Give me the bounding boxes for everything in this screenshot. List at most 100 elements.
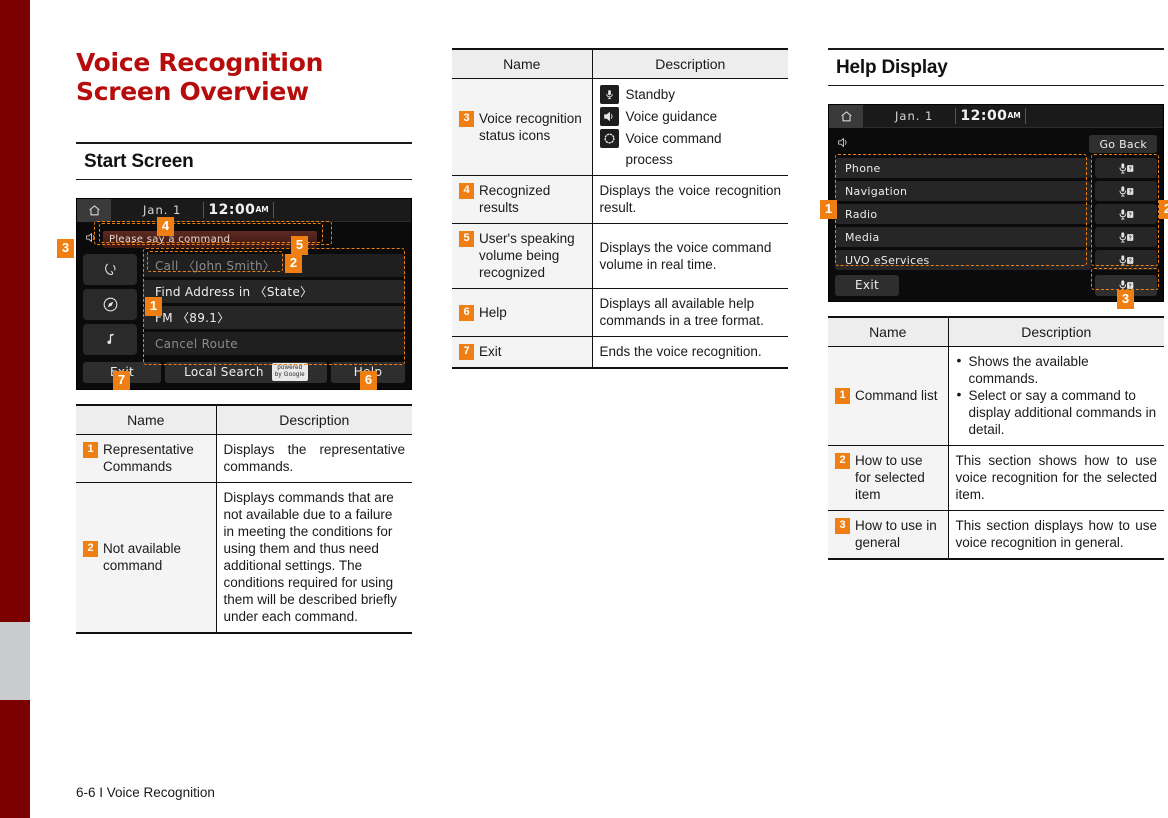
svg-text:?: ? bbox=[1128, 166, 1131, 172]
help-command-icons: ? ? ? ? ? bbox=[1095, 158, 1157, 270]
mic-icon bbox=[599, 85, 619, 104]
help-list-item-phone[interactable]: Phone bbox=[835, 158, 1091, 178]
device-footer-bar: Exit Local Search powered by Google Help bbox=[83, 360, 405, 384]
row-name-cell: 3 How to use in general bbox=[828, 510, 949, 560]
bullet-item: Select or say a command to display addit… bbox=[956, 386, 1158, 438]
mic-help-icon[interactable]: ? bbox=[1095, 250, 1157, 270]
device-ampm: AM bbox=[255, 205, 269, 214]
help-top-row: Go Back bbox=[835, 133, 1157, 155]
prompt-row: Please say a command bbox=[83, 228, 405, 250]
device-clock: 12:00AM bbox=[203, 202, 274, 218]
table-row: 5 User's speaking volume being recognize… bbox=[452, 223, 788, 289]
callout-badge-3: 3 bbox=[1117, 290, 1134, 309]
bullet-item: Shows the available commands. bbox=[956, 352, 1158, 387]
table-header-row: Name Description bbox=[452, 48, 788, 79]
device-time: 12:00 bbox=[960, 108, 1008, 124]
callout-badge-5: 5 bbox=[291, 236, 308, 255]
device-status-bar: Jan. 1 12:00AM bbox=[829, 104, 1163, 128]
section-heading-start-screen: Start Screen bbox=[76, 142, 412, 180]
home-icon[interactable] bbox=[77, 198, 111, 222]
row-description-cell: Displays commands that are not available… bbox=[216, 482, 412, 634]
command-row-3[interactable]: Cancel Route bbox=[143, 332, 405, 355]
device-clock: 12:00AM bbox=[955, 108, 1026, 124]
page-title-line1: Voice Recognition bbox=[76, 48, 324, 77]
row-badge: 1 bbox=[83, 442, 98, 458]
table-row: 2 Not available command Displays command… bbox=[76, 482, 412, 634]
row-name-text: How to use in general bbox=[855, 518, 937, 550]
mic-help-icon[interactable]: ? bbox=[1095, 181, 1157, 201]
column-header-description: Description bbox=[592, 48, 788, 79]
command-row-0[interactable]: Call 〈John Smith〉 bbox=[143, 254, 405, 277]
device-status-bar: Jan. 1 12:00AM bbox=[77, 198, 411, 222]
column-right: Help Display Jan. 1 12:00AM Go Back Phon… bbox=[820, 48, 1168, 560]
column-middle: Name Description 3 Voice recognition sta… bbox=[452, 48, 788, 369]
svg-text:?: ? bbox=[1128, 283, 1131, 289]
status-icon-row-standby: Standby bbox=[599, 85, 782, 104]
help-footer-bar: Exit ? bbox=[835, 274, 1157, 296]
row-badge: 7 bbox=[459, 344, 474, 360]
row-name-cell: 6 Help bbox=[452, 288, 593, 337]
table-row: 7 Exit Ends the voice recognition. bbox=[452, 336, 788, 369]
row-name-text: Help bbox=[479, 304, 507, 320]
command-row-1[interactable]: Find Address in 〈State〉 bbox=[143, 280, 405, 303]
local-search-label: Local Search bbox=[184, 365, 264, 379]
page-title-line2: Screen Overview bbox=[76, 77, 309, 106]
go-back-button[interactable]: Go Back bbox=[1089, 135, 1157, 153]
row-description-cell: Ends the voice recognition. bbox=[592, 336, 788, 369]
spec-table-left: Name Description 1 Representative Comman… bbox=[76, 404, 412, 634]
row-badge: 2 bbox=[835, 453, 850, 469]
speaker-icon bbox=[599, 107, 619, 126]
row-name-text: Exit bbox=[479, 344, 502, 359]
row-name-cell: 5 User's speaking volume being recognize… bbox=[452, 223, 593, 289]
column-header-description: Description bbox=[948, 316, 1164, 347]
device-body: Please say a command Call 〈John Smith〉 F… bbox=[77, 222, 411, 389]
device-date: Jan. 1 bbox=[143, 203, 182, 217]
home-icon[interactable] bbox=[829, 104, 863, 128]
row-name-cell: 1 Representative Commands bbox=[76, 434, 217, 483]
spinner-icon bbox=[599, 129, 619, 148]
page-footer: 6-6 I Voice Recognition bbox=[76, 785, 215, 800]
page-title: Voice Recognition Screen Overview bbox=[76, 48, 412, 106]
row-badge: 1 bbox=[835, 388, 850, 404]
row-badge: 4 bbox=[459, 183, 474, 199]
exit-button[interactable]: Exit bbox=[835, 274, 899, 296]
table-row: 1 Representative Commands Displays the r… bbox=[76, 434, 412, 483]
row-name-text: Not available command bbox=[103, 541, 182, 573]
row-name-text: Recognized results bbox=[479, 183, 551, 215]
category-icon-column bbox=[83, 254, 137, 355]
row-name-cell: 3 Voice recognition status icons bbox=[452, 78, 593, 176]
svg-text:?: ? bbox=[1128, 258, 1131, 264]
row-description-cell: Displays the representative commands. bbox=[216, 434, 412, 483]
row-description-cell: Displays the voice command volume in rea… bbox=[592, 223, 788, 289]
callout-badge-1: 1 bbox=[145, 297, 162, 316]
mic-help-icon[interactable]: ? bbox=[1095, 158, 1157, 178]
help-list-item-uvo-eservices[interactable]: UVO eServices bbox=[835, 250, 1091, 270]
device-date: Jan. 1 bbox=[895, 109, 934, 123]
help-list-item-media[interactable]: Media bbox=[835, 227, 1091, 247]
google-badge-line1: powered bbox=[277, 365, 303, 371]
music-note-icon[interactable] bbox=[83, 324, 137, 355]
row-name-cell: 1 Command list bbox=[828, 346, 949, 446]
speaker-icon bbox=[835, 137, 851, 152]
callout-badge-3: 3 bbox=[57, 239, 74, 258]
row-name-cell: 7 Exit bbox=[452, 336, 593, 369]
help-list-item-navigation[interactable]: Navigation bbox=[835, 181, 1091, 201]
local-search-button[interactable]: Local Search powered by Google bbox=[165, 361, 327, 383]
mic-help-icon[interactable]: ? bbox=[1095, 227, 1157, 247]
row-badge: 6 bbox=[459, 304, 474, 321]
command-row-2[interactable]: FM 〈89.1〉 bbox=[143, 306, 405, 329]
row-badge: 5 bbox=[459, 231, 474, 247]
row-name-cell: 4 Recognized results bbox=[452, 175, 593, 224]
device-ampm: AM bbox=[1007, 111, 1021, 120]
row-name-cell: 2 Not available command bbox=[76, 482, 217, 634]
row-badge: 3 bbox=[835, 518, 850, 534]
compass-icon[interactable] bbox=[83, 289, 137, 320]
row-description-cell: Displays all available help commands in … bbox=[592, 288, 788, 337]
help-list-item-radio[interactable]: Radio bbox=[835, 204, 1091, 224]
row-description-cell: Standby Voice guidance Voice command pro… bbox=[592, 78, 788, 176]
status-icon-row-guidance: Voice guidance bbox=[599, 107, 782, 126]
phone-icon[interactable] bbox=[83, 254, 137, 285]
help-display-device-image: Jan. 1 12:00AM Go Back Phone Navigation … bbox=[820, 104, 1168, 309]
mic-help-icon[interactable]: ? bbox=[1095, 204, 1157, 224]
status-icon-row-process: Voice command bbox=[599, 129, 782, 148]
